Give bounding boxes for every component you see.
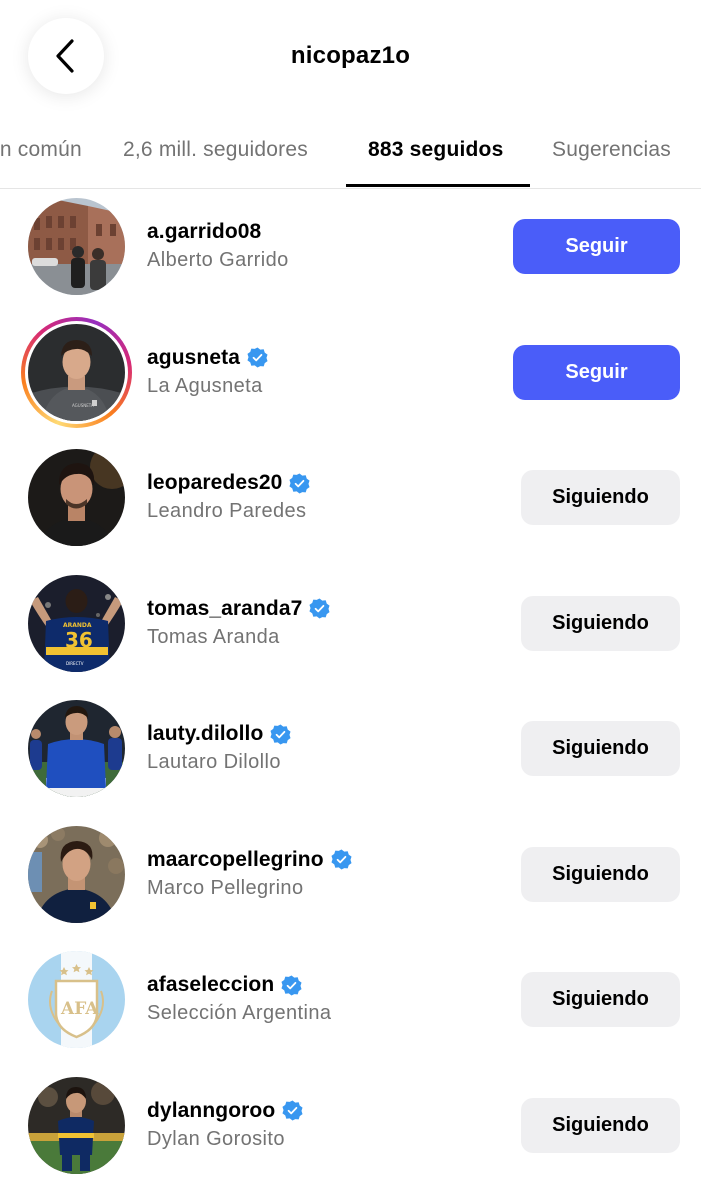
verified-badge-icon <box>309 598 330 619</box>
full-name: Tomas Aranda <box>147 625 280 648</box>
tab-following[interactable]: 883 seguidos <box>368 138 503 162</box>
active-tab-indicator <box>346 184 530 187</box>
jersey-number-text: 36 <box>65 628 93 652</box>
tab-followers[interactable]: 2,6 mill. seguidores <box>123 138 308 162</box>
username[interactable]: leoparedes20 <box>147 471 282 495</box>
verified-badge-icon <box>331 849 352 870</box>
jersey-sponsor-text: DIRECTV <box>66 661 84 666</box>
username[interactable]: afaseleccion <box>147 973 274 997</box>
full-name: Selección Argentina <box>147 1002 332 1024</box>
jersey-text: AGUSNETA <box>72 403 94 408</box>
full-name: La Agusneta <box>147 374 263 397</box>
avatar[interactable] <box>28 1076 125 1174</box>
verified-badge-icon <box>270 724 291 744</box>
verified-badge-icon <box>247 347 268 368</box>
list-item[interactable]: AFA afaseleccion Selección Argentina Sig… <box>0 943 701 1069</box>
follow-button[interactable]: Seguir <box>513 344 680 400</box>
afa-crest-text: AFA <box>60 999 99 1019</box>
following-button[interactable]: Siguiendo <box>521 595 680 651</box>
follow-button[interactable]: Seguir <box>513 219 680 274</box>
verified-badge-icon <box>282 1100 303 1121</box>
avatar-photo: AGUSNETA <box>28 323 125 421</box>
following-button[interactable]: Siguiendo <box>521 846 680 902</box>
avatar[interactable] <box>28 700 125 797</box>
username[interactable]: dylanngoroo <box>147 1099 275 1123</box>
list-item[interactable]: a.garrido08 Alberto Garrido Seguir <box>0 190 701 316</box>
username[interactable]: lauty.dilollo <box>147 722 263 746</box>
page-title: nicopaz1o <box>290 42 411 69</box>
list-item[interactable]: dylanngoroo Dylan Gorosito Siguiendo <box>0 1069 701 1195</box>
following-button[interactable]: Siguiendo <box>521 1097 680 1153</box>
avatar-photo <box>28 700 125 797</box>
full-name: Dylan Gorosito <box>147 1127 285 1150</box>
avatar-photo: ARANDA 36 DIRECTV <box>28 574 125 672</box>
avatar[interactable]: AGUSNETA <box>28 323 125 421</box>
verified-badge-icon <box>281 975 302 995</box>
list-item[interactable]: ARANDA 36 DIRECTV tomas_aranda7 Tomas Ar… <box>0 567 701 693</box>
username[interactable]: agusneta <box>147 346 240 370</box>
following-button[interactable]: Siguiendo <box>521 721 680 776</box>
following-button[interactable]: Siguiendo <box>521 470 680 525</box>
full-name: Lautaro Dilollo <box>147 751 281 773</box>
avatar-photo: AFA <box>28 951 125 1048</box>
username[interactable]: maarcopellegrino <box>147 848 324 872</box>
tab-bar: en común 2,6 mill. seguidores 883 seguid… <box>0 112 701 189</box>
list-item[interactable]: lauty.dilollo Lautaro Dilollo Siguiendo <box>0 692 701 818</box>
following-list: a.garrido08 Alberto Garrido Seguir AGUSN… <box>0 190 701 1194</box>
username[interactable]: tomas_aranda7 <box>147 597 302 621</box>
avatar-photo <box>28 825 125 923</box>
list-item[interactable]: AGUSNETA agusneta La Agusneta Seguir <box>0 316 701 442</box>
header: nicopaz1o <box>0 0 701 112</box>
avatar[interactable] <box>28 198 125 295</box>
avatar-photo <box>28 449 125 546</box>
verified-badge-icon <box>289 473 310 493</box>
username[interactable]: a.garrido08 <box>147 220 261 244</box>
avatar-photo <box>28 198 125 295</box>
full-name: Alberto Garrido <box>147 249 289 271</box>
avatar[interactable] <box>28 825 125 923</box>
avatar[interactable] <box>28 449 125 546</box>
avatar[interactable]: AFA <box>28 951 125 1048</box>
tab-mutual[interactable]: en común <box>0 138 82 162</box>
list-item[interactable]: maarcopellegrino Marco Pellegrino Siguie… <box>0 818 701 944</box>
tab-suggestions[interactable]: Sugerencias <box>552 138 671 162</box>
full-name: Leandro Paredes <box>147 500 307 522</box>
full-name: Marco Pellegrino <box>147 876 304 899</box>
avatar[interactable]: ARANDA 36 DIRECTV <box>28 574 125 672</box>
avatar-photo <box>28 1076 125 1174</box>
list-item[interactable]: leoparedes20 Leandro Paredes Siguiendo <box>0 441 701 567</box>
following-button[interactable]: Siguiendo <box>521 972 680 1027</box>
